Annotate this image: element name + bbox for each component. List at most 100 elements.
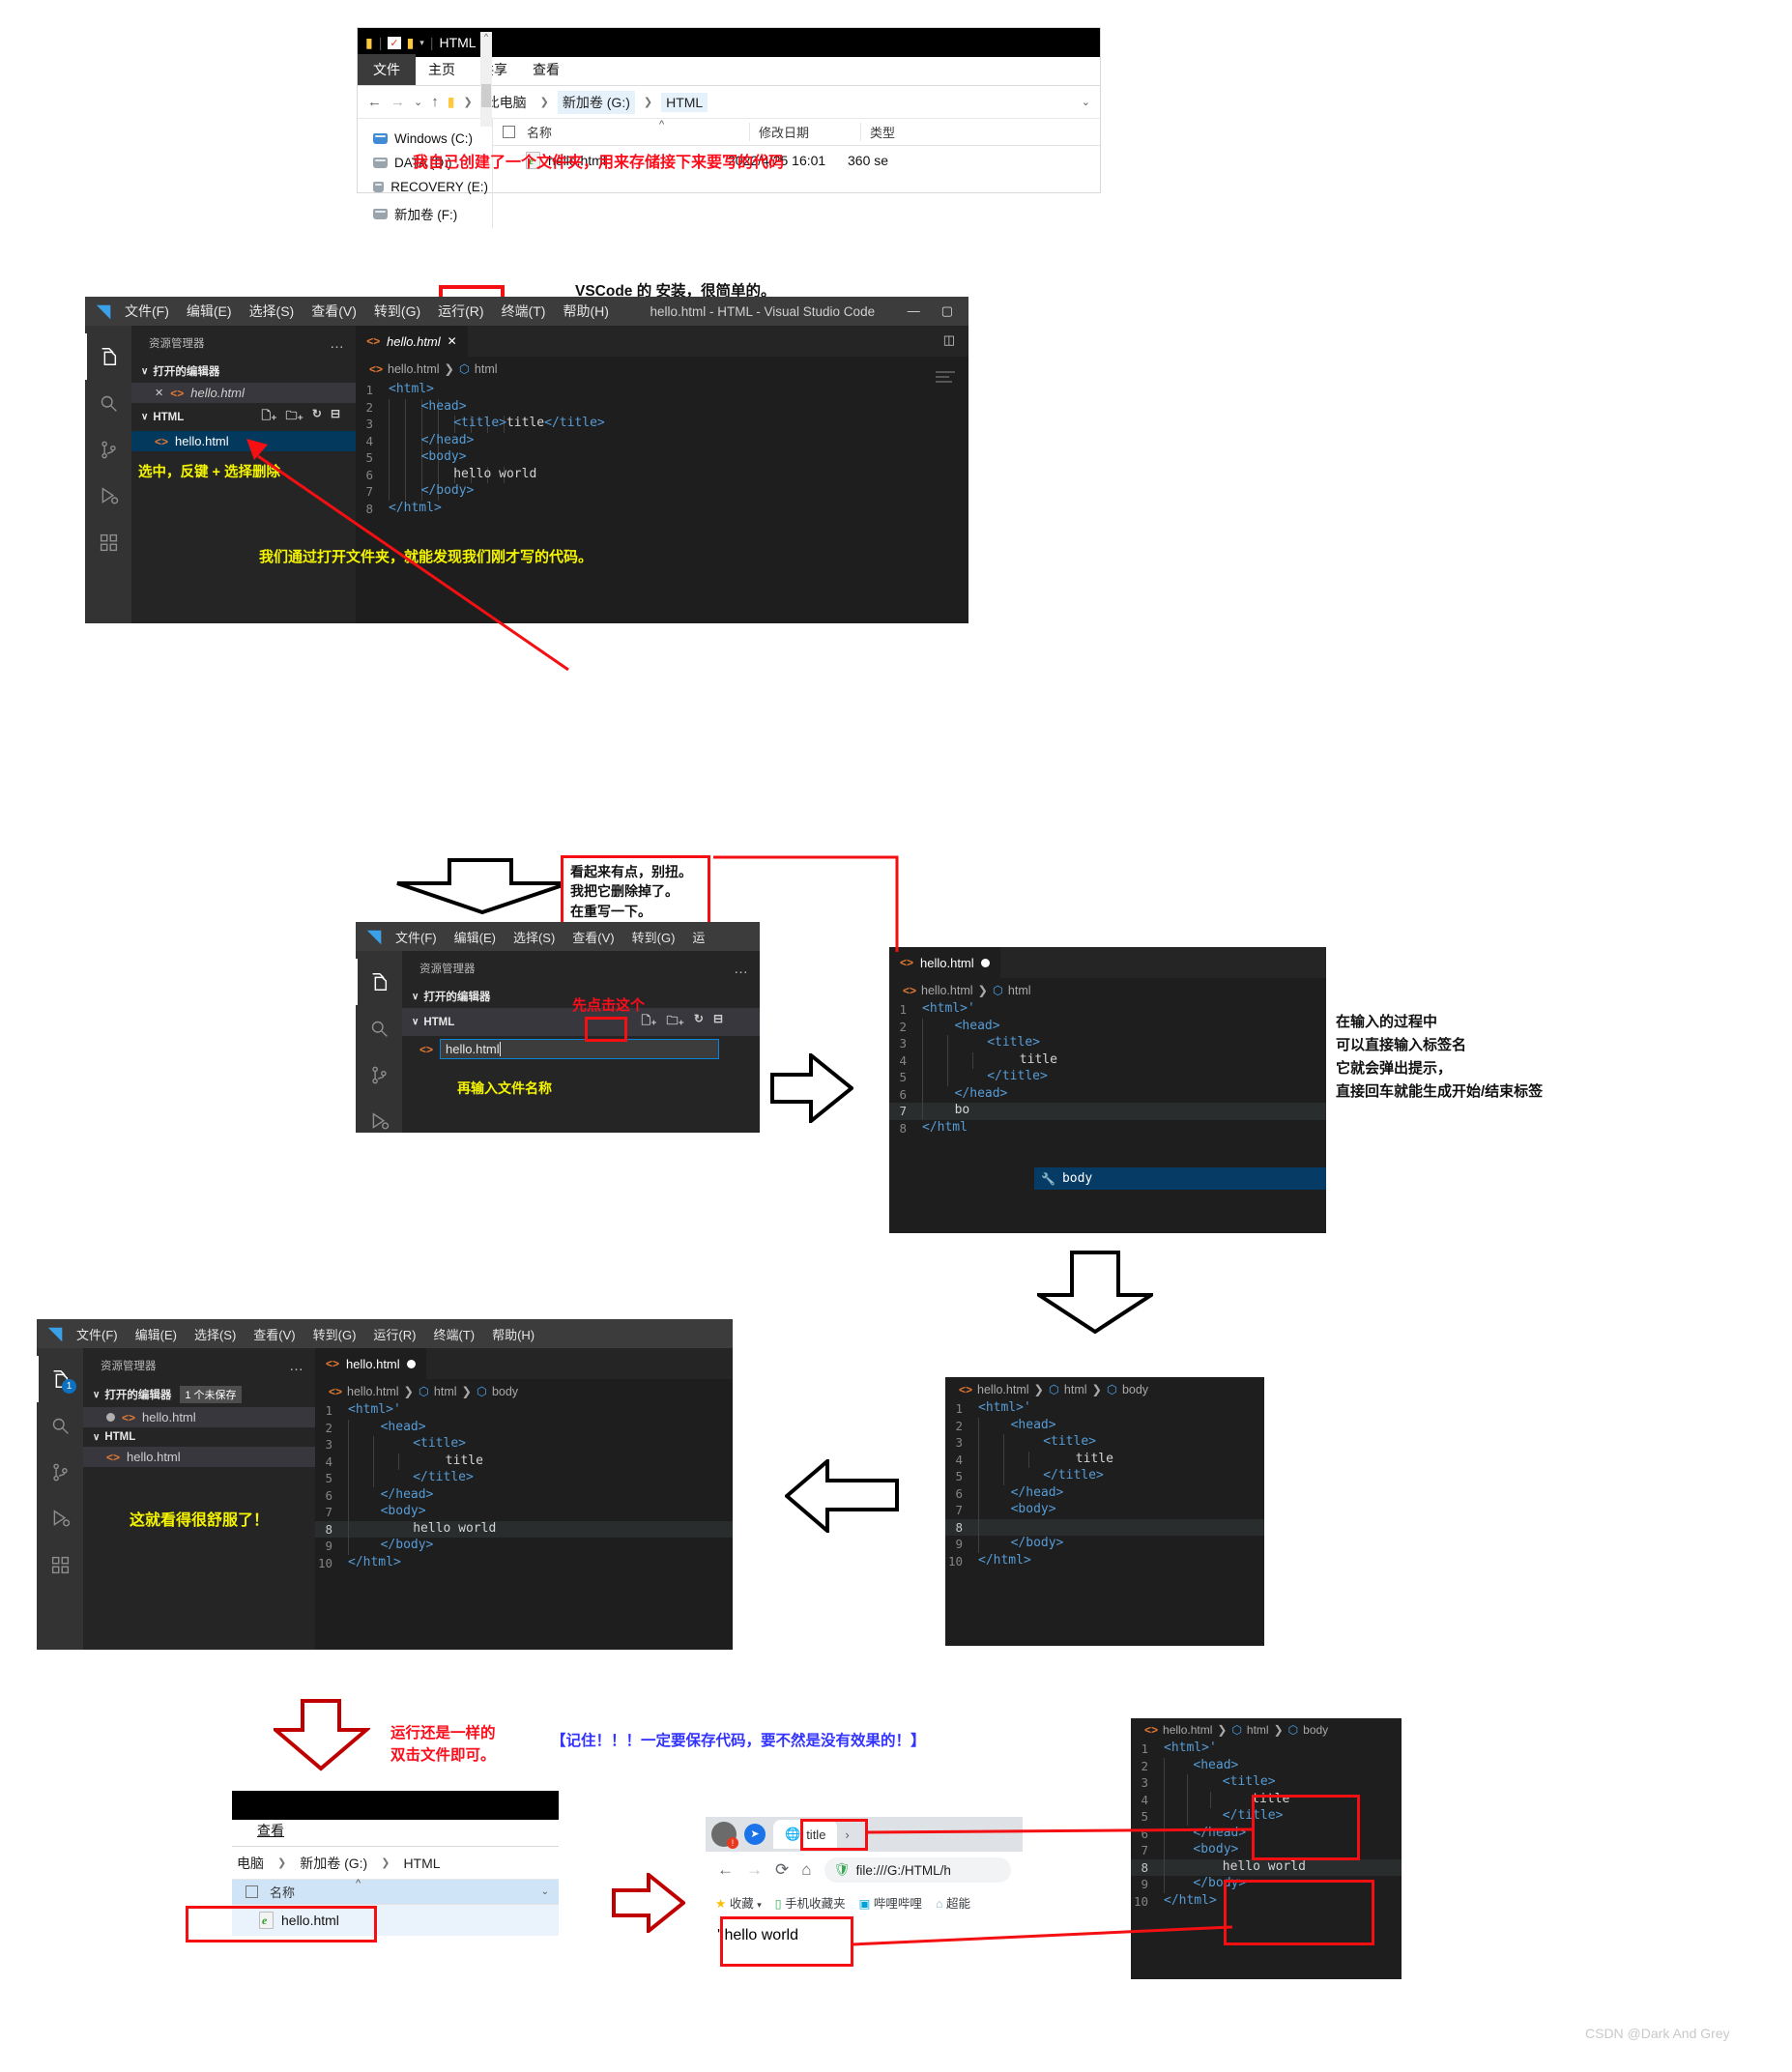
menu-help[interactable]: 帮助(H) bbox=[483, 1321, 543, 1347]
chevron-down-icon[interactable]: ∨ bbox=[141, 366, 148, 377]
sidebar-more-icon[interactable]: … bbox=[330, 335, 344, 352]
explorer-icon[interactable] bbox=[356, 959, 402, 1005]
forward-icon[interactable]: → bbox=[390, 94, 405, 110]
menu-run[interactable]: 运行(R) bbox=[364, 1321, 424, 1347]
refresh-icon[interactable]: ↻ bbox=[694, 1012, 704, 1032]
code-line[interactable]: 4 title bbox=[315, 1453, 733, 1470]
bookmark-chaoneng[interactable]: ⌂ 超能 bbox=[936, 1893, 970, 1912]
code-line[interactable]: 1 <html> bbox=[356, 382, 968, 399]
menu-file[interactable]: 文件(F) bbox=[68, 1321, 127, 1347]
up-icon[interactable]: ↑ bbox=[431, 94, 439, 110]
close-icon[interactable]: ✕ bbox=[448, 334, 457, 348]
editor-tab-hello-html[interactable]: <> hello.html bbox=[889, 947, 1000, 978]
menu-goto[interactable]: 转到(G) bbox=[365, 298, 429, 325]
ribbon-tab-file[interactable]: 文件 bbox=[358, 54, 416, 85]
code-line[interactable]: 2 <head> bbox=[1131, 1757, 1402, 1774]
open-editor-item[interactable]: <> hello.html bbox=[83, 1407, 315, 1427]
code-line[interactable]: 3 <title> bbox=[945, 1434, 1264, 1452]
sidebar-more-icon[interactable]: … bbox=[289, 1358, 303, 1374]
code-line[interactable]: 6 </head> bbox=[315, 1486, 733, 1504]
explorer-icon[interactable]: 1 bbox=[37, 1356, 83, 1402]
ribbon-tab-share[interactable]: 共享 bbox=[468, 55, 520, 85]
code-line[interactable]: 9 </body> bbox=[945, 1536, 1264, 1553]
breadcrumb-drive-g[interactable]: 新加卷 (G:) bbox=[557, 90, 635, 114]
explorer-addressbar[interactable]: ← → ⌄ ↑ ▮ ❯ 此电脑 ❯ 新加卷 (G:) ❯ HTML ⌄ bbox=[358, 86, 1100, 119]
code-area-final[interactable]: 1 <html>' 2 <head> 3 <title> 4 title 5 </title> 6 <… bbox=[315, 1402, 733, 1571]
code-line[interactable]: 8 hello world bbox=[315, 1520, 733, 1538]
breadcrumb-file[interactable]: hello.html bbox=[347, 1385, 399, 1398]
vscode-activitybar-final[interactable]: 1 bbox=[37, 1348, 83, 1650]
ribbon-tab-view[interactable]: 查看 bbox=[520, 55, 572, 85]
reload-icon[interactable]: ⟳ bbox=[775, 1860, 789, 1880]
address-dropdown-icon[interactable]: ⌄ bbox=[1082, 96, 1090, 108]
menu-view[interactable]: 查看(V) bbox=[303, 298, 365, 325]
search-icon[interactable] bbox=[37, 1402, 83, 1449]
column-name[interactable]: 名称 bbox=[527, 123, 749, 141]
column-name[interactable]: 名称 bbox=[270, 1883, 541, 1901]
code-line[interactable]: 7 <body> bbox=[315, 1504, 733, 1521]
vscode-editor-final[interactable]: <> hello.html <> hello.html ❯ ⬡ html ❯ ⬡… bbox=[315, 1348, 733, 1650]
vscode-sidebar-main[interactable]: 资源管理器 … ∨ 打开的编辑器 ✕ <> hello.html ∨ HTML … bbox=[131, 326, 356, 623]
breadcrumb-file[interactable]: hello.html bbox=[977, 1383, 1029, 1396]
breadcrumb-symbol-html[interactable]: html bbox=[434, 1385, 457, 1398]
browser-sync-icon[interactable]: ➤ bbox=[744, 1824, 766, 1845]
refresh-icon[interactable]: ↻ bbox=[312, 407, 322, 427]
code-line[interactable]: 5 </title> bbox=[315, 1470, 733, 1487]
code-line[interactable]: 4 </head> bbox=[356, 432, 968, 449]
editor-breadcrumbs-final[interactable]: <> hello.html ❯ ⬡ html ❯ ⬡ body bbox=[315, 1379, 733, 1402]
code-line[interactable]: 2 <head> bbox=[889, 1018, 1326, 1035]
menu-edit[interactable]: 编辑(E) bbox=[178, 298, 241, 325]
minimize-icon[interactable]: — bbox=[908, 303, 920, 319]
breadcrumb-file[interactable]: hello.html bbox=[921, 984, 973, 997]
source-control-icon[interactable] bbox=[356, 1051, 402, 1098]
code-line[interactable]: 8 </html bbox=[889, 1120, 1326, 1137]
vscode-window-newfile[interactable]: ◥ 文件(F) 编辑(E) 选择(S) 查看(V) 转到(G) 运 资源管理器 … bbox=[356, 922, 760, 1133]
recent-locations-icon[interactable]: ⌄ bbox=[414, 96, 422, 108]
suggestion-label[interactable]: body bbox=[1062, 1171, 1092, 1186]
vscode-activitybar[interactable] bbox=[85, 326, 131, 623]
code-line[interactable]: 9 </body> bbox=[315, 1538, 733, 1555]
code-line[interactable]: 3 <title> bbox=[315, 1436, 733, 1453]
select-all-checkbox[interactable] bbox=[246, 1885, 258, 1898]
tree-file-hello-html[interactable]: <> hello.html bbox=[83, 1447, 315, 1467]
new-file-input[interactable]: hello.html bbox=[440, 1039, 719, 1059]
vscode-sidebar-final[interactable]: 资源管理器 … ∨ 打开的编辑器 1 个未保存 <> hello.html ∨ … bbox=[83, 1348, 315, 1650]
menu-view[interactable]: 查看(V) bbox=[245, 1321, 303, 1347]
code-line[interactable]: 2 <head> bbox=[356, 398, 968, 416]
code-line[interactable]: 6 hello world bbox=[356, 466, 968, 483]
code-line[interactable]: 7 bo bbox=[889, 1103, 1326, 1120]
code-line[interactable]: 5 <body> bbox=[356, 449, 968, 467]
menu-edit[interactable]: 编辑(E) bbox=[127, 1321, 186, 1347]
code-line[interactable]: 3 <title> bbox=[889, 1035, 1326, 1052]
editor-tab-hello-html[interactable]: <> hello.html bbox=[315, 1348, 426, 1379]
open-editor-item[interactable]: ✕ <> hello.html bbox=[131, 383, 356, 403]
vscode-sidebar-newfile[interactable]: 资源管理器 … ∨ 打开的编辑器 ∨ HTML 🗋₊ 🗀₊ ↻ ⊟ <> hel… bbox=[402, 951, 760, 1133]
chevron-down-icon[interactable]: ▾ bbox=[419, 38, 424, 48]
tree-file-hello-html[interactable]: <> hello.html bbox=[131, 431, 356, 451]
collapse-all-icon[interactable]: ⊟ bbox=[331, 407, 340, 427]
source-control-icon[interactable] bbox=[37, 1449, 83, 1495]
extensions-icon[interactable] bbox=[85, 519, 131, 565]
breadcrumb-symbol-body[interactable]: body bbox=[1303, 1723, 1328, 1737]
menu-select[interactable]: 选择(S) bbox=[186, 1321, 245, 1347]
unsaved-dot-icon[interactable] bbox=[106, 1413, 115, 1422]
section-open-editors[interactable]: ∨ 打开的编辑器 1 个未保存 bbox=[83, 1382, 315, 1407]
code-line[interactable]: 1 <html>' bbox=[945, 1400, 1264, 1418]
code-line[interactable]: 7 <body> bbox=[945, 1502, 1264, 1519]
browser-avatar[interactable]: ! bbox=[711, 1822, 738, 1849]
menu-terminal[interactable]: 终端(T) bbox=[424, 1321, 483, 1347]
code-line[interactable]: 3 <title> bbox=[1131, 1774, 1402, 1792]
menu-select[interactable]: 选择(S) bbox=[241, 298, 303, 325]
code-line[interactable]: 2 <head> bbox=[945, 1417, 1264, 1434]
vscode-activitybar-newfile[interactable] bbox=[356, 951, 402, 1133]
menu-help[interactable]: 帮助(H) bbox=[554, 298, 617, 325]
code-line[interactable]: 3 <title>title</title> bbox=[356, 416, 968, 433]
editor-tabbar-final[interactable]: <> hello.html bbox=[315, 1348, 733, 1379]
source-control-icon[interactable] bbox=[85, 426, 131, 473]
vscode-panel-autocomplete[interactable]: <> hello.html <> hello.html ❯ ⬡ html 1 <h… bbox=[889, 947, 1326, 1233]
chevron-down-icon[interactable]: ∨ bbox=[93, 1390, 100, 1400]
code-line[interactable]: 1 <html>' bbox=[315, 1402, 733, 1420]
editor-breadcrumbs[interactable]: <> hello.html ❯ ⬡ html bbox=[356, 357, 968, 380]
new-folder-icon[interactable]: 🗀₊ bbox=[286, 407, 303, 427]
menu-goto[interactable]: 转到(G) bbox=[304, 1321, 365, 1347]
